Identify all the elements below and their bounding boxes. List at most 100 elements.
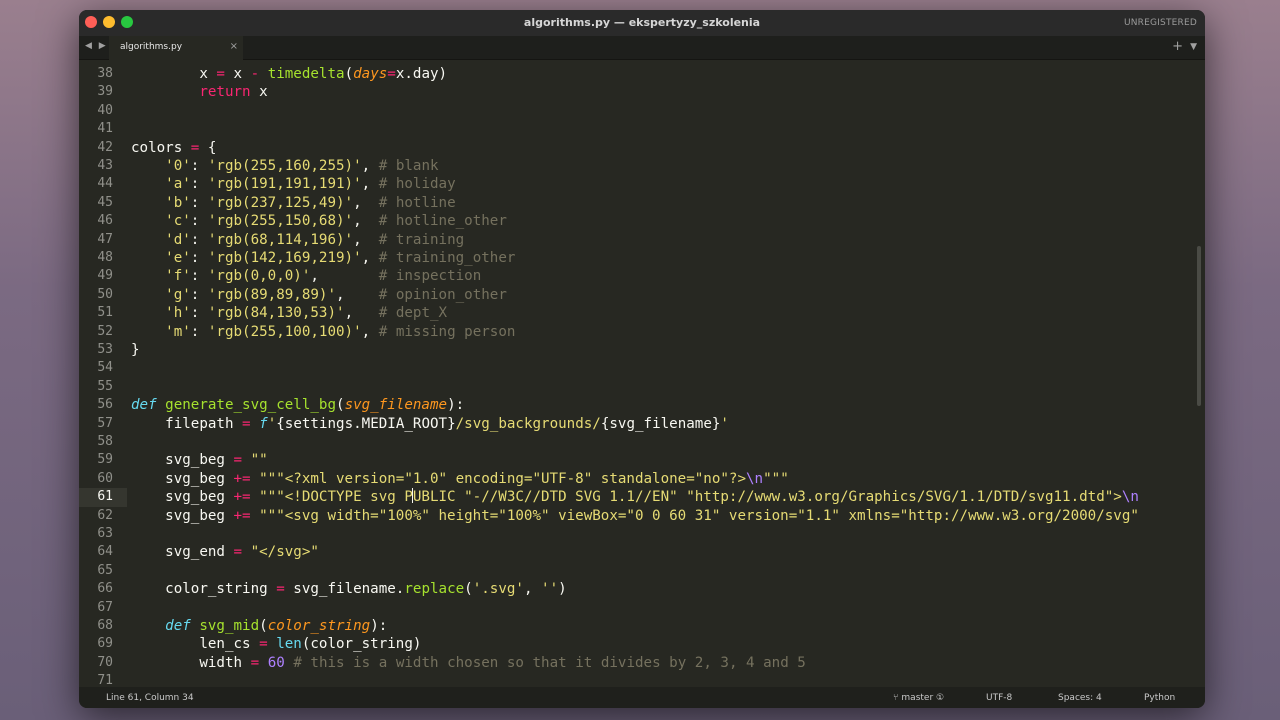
line-number: 50 — [97, 286, 113, 302]
line-number: 42 — [97, 139, 113, 155]
close-icon[interactable]: × — [230, 41, 238, 52]
code-text: width = 60 # this is a width chosen so t… — [131, 654, 806, 671]
code-text: svg_beg += """<svg width="100%" height="… — [131, 507, 1139, 524]
code-text: x = x - timedelta(days=x.day) — [131, 66, 448, 82]
line-number: 61 — [97, 489, 113, 505]
code-text: svg_end = "</svg>" — [131, 544, 319, 561]
branch-badge: ① — [936, 693, 945, 703]
title-bar: algorithms.py — ekspertyzy_szkolenia UNR… — [79, 10, 1205, 36]
line-number: 40 — [97, 102, 113, 118]
line-number: 47 — [97, 231, 113, 247]
code-line[interactable]: 61 svg_beg += """<!DOCTYPE svg PUBLIC "-… — [79, 488, 1205, 507]
code-line[interactable]: 55 — [79, 378, 1205, 396]
line-number: 41 — [97, 121, 113, 137]
git-branch[interactable]: ⑂ master ① — [893, 693, 944, 703]
code-line[interactable]: 39 return x — [79, 83, 1205, 101]
code-line[interactable]: 47 'd': 'rgb(68,114,196)', # training — [79, 231, 1205, 249]
code-line[interactable]: 43 '0': 'rgb(255,160,255)', # blank — [79, 157, 1205, 175]
code-line[interactable]: 40 — [79, 102, 1205, 120]
line-number: 71 — [97, 673, 113, 687]
code-text: 'f': 'rgb(0,0,0)', # inspection — [165, 268, 482, 285]
code-line[interactable]: 70 width = 60 # this is a width chosen s… — [79, 654, 1205, 672]
line-number: 62 — [97, 507, 113, 523]
unregistered-label: UNREGISTERED — [1123, 18, 1197, 28]
line-number: 43 — [97, 158, 113, 173]
code-line[interactable]: 53} — [79, 341, 1205, 359]
code-text: 'd': 'rgb(68,114,196)', # training — [165, 231, 465, 248]
code-line[interactable]: 62 svg_beg += """<svg width="100%" heigh… — [79, 507, 1205, 525]
line-number: 66 — [97, 581, 113, 597]
code-line[interactable]: 65 — [79, 562, 1205, 580]
line-number: 48 — [97, 250, 113, 265]
code-line[interactable]: 42 colors = { — [79, 139, 1205, 157]
line-number: 58 — [97, 434, 113, 449]
code-text: colors = { — [131, 139, 217, 156]
indentation-indicator[interactable]: Spaces: 4 — [1058, 693, 1102, 703]
cursor-position[interactable]: Line 61, Column 34 — [106, 693, 194, 703]
code-text: 'h': 'rgb(84,130,53)', # dept_X — [165, 305, 448, 322]
code-text: def svg_mid(color_string): — [165, 618, 388, 634]
code-text: len_cs = len(color_string) — [131, 636, 422, 653]
tab-menu-chevron-down-icon[interactable]: ▼ — [1190, 42, 1197, 52]
code-line[interactable]: 49 'f': 'rgb(0,0,0)', # inspection — [79, 267, 1205, 285]
code-text: 'm': 'rgb(255,100,100)', # missing perso… — [165, 323, 516, 340]
code-line[interactable]: 50 'g': 'rgb(89,89,89)', # opinion_other — [79, 286, 1205, 304]
code-text: svg_beg += """<!DOCTYPE svg PUBLIC "-//W… — [131, 488, 1139, 506]
line-number: 70 — [97, 654, 113, 670]
tab-nav-arrows-icon[interactable]: ◀ ▶ — [85, 41, 108, 51]
code-line[interactable]: 64 svg_end = "</svg>" — [79, 543, 1205, 561]
code-line[interactable]: 71 — [79, 672, 1205, 687]
code-line[interactable]: 59 svg_beg = "" — [79, 451, 1205, 469]
code-line[interactable]: 56 def generate_svg_cell_bg(svg_filename)… — [79, 396, 1205, 414]
encoding-indicator[interactable]: UTF-8 — [986, 693, 1012, 703]
code-text: def generate_svg_cell_bg(svg_filename): — [131, 397, 465, 414]
syntax-indicator[interactable]: Python — [1144, 693, 1175, 703]
line-number: 68 — [97, 618, 113, 633]
new-tab-plus-icon[interactable]: + — [1172, 39, 1183, 54]
code-line[interactable]: 48 'e': 'rgb(142,169,219)', # training_o… — [79, 249, 1205, 267]
code-line[interactable]: 54 — [79, 359, 1205, 377]
tab-algorithms-py[interactable]: algorithms.py × — [109, 36, 243, 60]
line-number: 63 — [97, 526, 113, 541]
code-text: svg_beg += """<?xml version="1.0" encodi… — [131, 470, 789, 487]
code-editor[interactable]: 38 x = x - timedelta(days=x.day) 39 retur… — [79, 61, 1205, 687]
code-line[interactable]: 66 color_string = svg_filename.replace('… — [79, 580, 1205, 598]
line-number: 60 — [97, 470, 113, 486]
code-text: 'c': 'rgb(255,150,68)', # hotline_other — [165, 213, 507, 230]
code-line[interactable]: 51 'h': 'rgb(84,130,53)', # dept_X — [79, 304, 1205, 322]
code-line[interactable]: 58 — [79, 433, 1205, 451]
code-line[interactable]: 57 filepath = f'{settings.MEDIA_ROOT}/sv… — [79, 415, 1205, 433]
code-line[interactable]: 60 svg_beg += """<?xml version="1.0" enc… — [79, 470, 1205, 488]
code-text: 'e': 'rgb(142,169,219)', # training_othe… — [165, 250, 516, 266]
code-text: '0': 'rgb(255,160,255)', # blank — [165, 158, 439, 174]
line-number: 64 — [97, 544, 113, 560]
line-number: 38 — [97, 66, 113, 81]
line-number: 45 — [97, 194, 113, 210]
line-number: 44 — [97, 176, 113, 192]
line-number: 56 — [97, 397, 113, 413]
line-number: 57 — [97, 415, 113, 431]
code-line[interactable]: 67 — [79, 599, 1205, 617]
code-line[interactable]: 44 'a': 'rgb(191,191,191)', # holiday — [79, 175, 1205, 193]
code-line[interactable]: 46 'c': 'rgb(255,150,68)', # hotline_oth… — [79, 212, 1205, 230]
line-number: 54 — [97, 360, 113, 376]
code-text: svg_beg = "" — [131, 452, 268, 469]
tab-label: algorithms.py — [120, 42, 183, 52]
code-text: 'b': 'rgb(237,125,49)', # hotline — [165, 194, 456, 211]
code-text: 'g': 'rgb(89,89,89)', # opinion_other — [165, 286, 507, 303]
code-line[interactable]: 68 def svg_mid(color_string): — [79, 617, 1205, 635]
vertical-scrollbar[interactable] — [1197, 246, 1201, 406]
code-line[interactable]: 52 'm': 'rgb(255,100,100)', # missing pe… — [79, 323, 1205, 341]
code-line[interactable]: 41 — [79, 120, 1205, 138]
line-number: 65 — [97, 562, 113, 578]
line-number: 51 — [97, 305, 113, 321]
line-number: 55 — [97, 378, 113, 394]
code-line[interactable]: 45 'b': 'rgb(237,125,49)', # hotline — [79, 194, 1205, 212]
tab-bar: ◀ ▶ algorithms.py × + ▼ — [79, 36, 1205, 60]
status-bar: Line 61, Column 34 ⑂ master ① UTF-8 Space… — [79, 687, 1205, 708]
code-text: return x — [199, 84, 268, 101]
code-line[interactable]: 69 len_cs = len(color_string) — [79, 635, 1205, 653]
code-line[interactable]: 63 — [79, 525, 1205, 543]
code-text: } — [131, 342, 140, 358]
code-line[interactable]: 38 x = x - timedelta(days=x.day) — [79, 65, 1205, 83]
